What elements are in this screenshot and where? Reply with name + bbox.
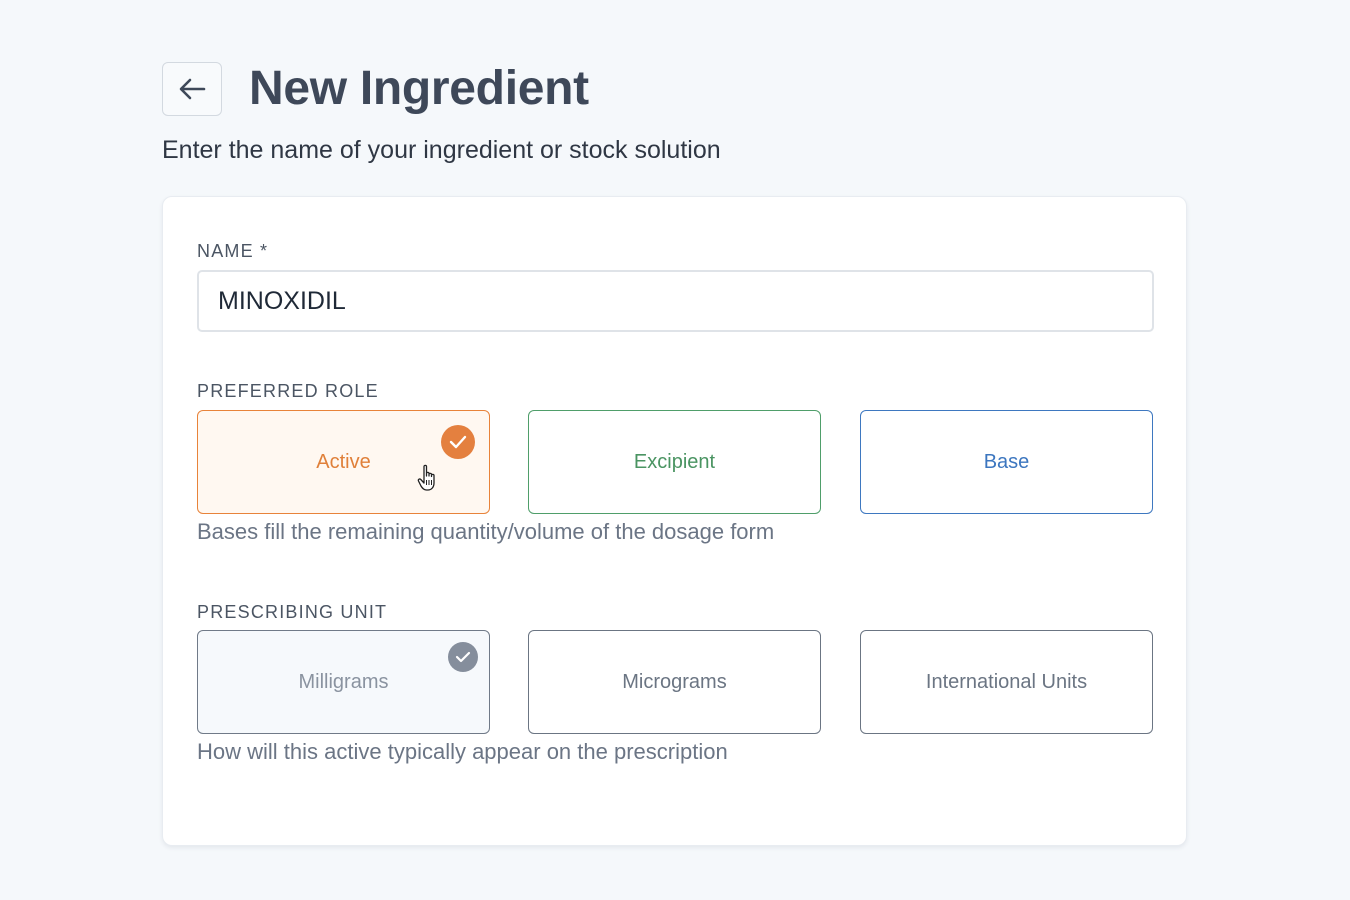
- check-icon: [441, 425, 475, 459]
- role-option-label: Excipient: [633, 450, 716, 473]
- ingredient-form-card: NAME * PREFERRED ROLE Active Excipient B…: [162, 196, 1187, 846]
- page-subtitle: Enter the name of your ingredient or sto…: [162, 136, 721, 164]
- check-icon: [448, 642, 478, 672]
- new-ingredient-page: New Ingredient Enter the name of your in…: [0, 0, 1350, 900]
- role-option-excipient[interactable]: Excipient: [528, 410, 821, 514]
- unit-option-label: International Units: [925, 670, 1088, 693]
- hand-pointer-icon: [417, 464, 435, 491]
- page-title: New Ingredient: [249, 62, 589, 115]
- arrow-left-icon: [179, 78, 206, 100]
- name-label: NAME *: [197, 241, 269, 261]
- unit-option-milligrams[interactable]: Milligrams: [197, 630, 490, 734]
- role-option-label: Active: [316, 450, 371, 473]
- prescribing-unit-label: PRESCRIBING UNIT: [197, 602, 388, 622]
- preferred-role-helper: Bases fill the remaining quantity/volume…: [197, 519, 775, 544]
- back-button[interactable]: [162, 62, 222, 116]
- unit-option-label: Milligrams: [298, 670, 389, 693]
- preferred-role-label: PREFERRED ROLE: [197, 381, 379, 401]
- name-input[interactable]: [197, 270, 1154, 332]
- unit-option-label: Micrograms: [622, 670, 727, 693]
- unit-option-micrograms[interactable]: Micrograms: [528, 630, 821, 734]
- role-option-label: Base: [983, 450, 1030, 473]
- prescribing-unit-helper: How will this active typically appear on…: [197, 739, 728, 764]
- unit-option-international-units[interactable]: International Units: [860, 630, 1153, 734]
- role-option-active[interactable]: Active: [197, 410, 490, 514]
- page-header: New Ingredient: [162, 62, 589, 116]
- role-option-base[interactable]: Base: [860, 410, 1153, 514]
